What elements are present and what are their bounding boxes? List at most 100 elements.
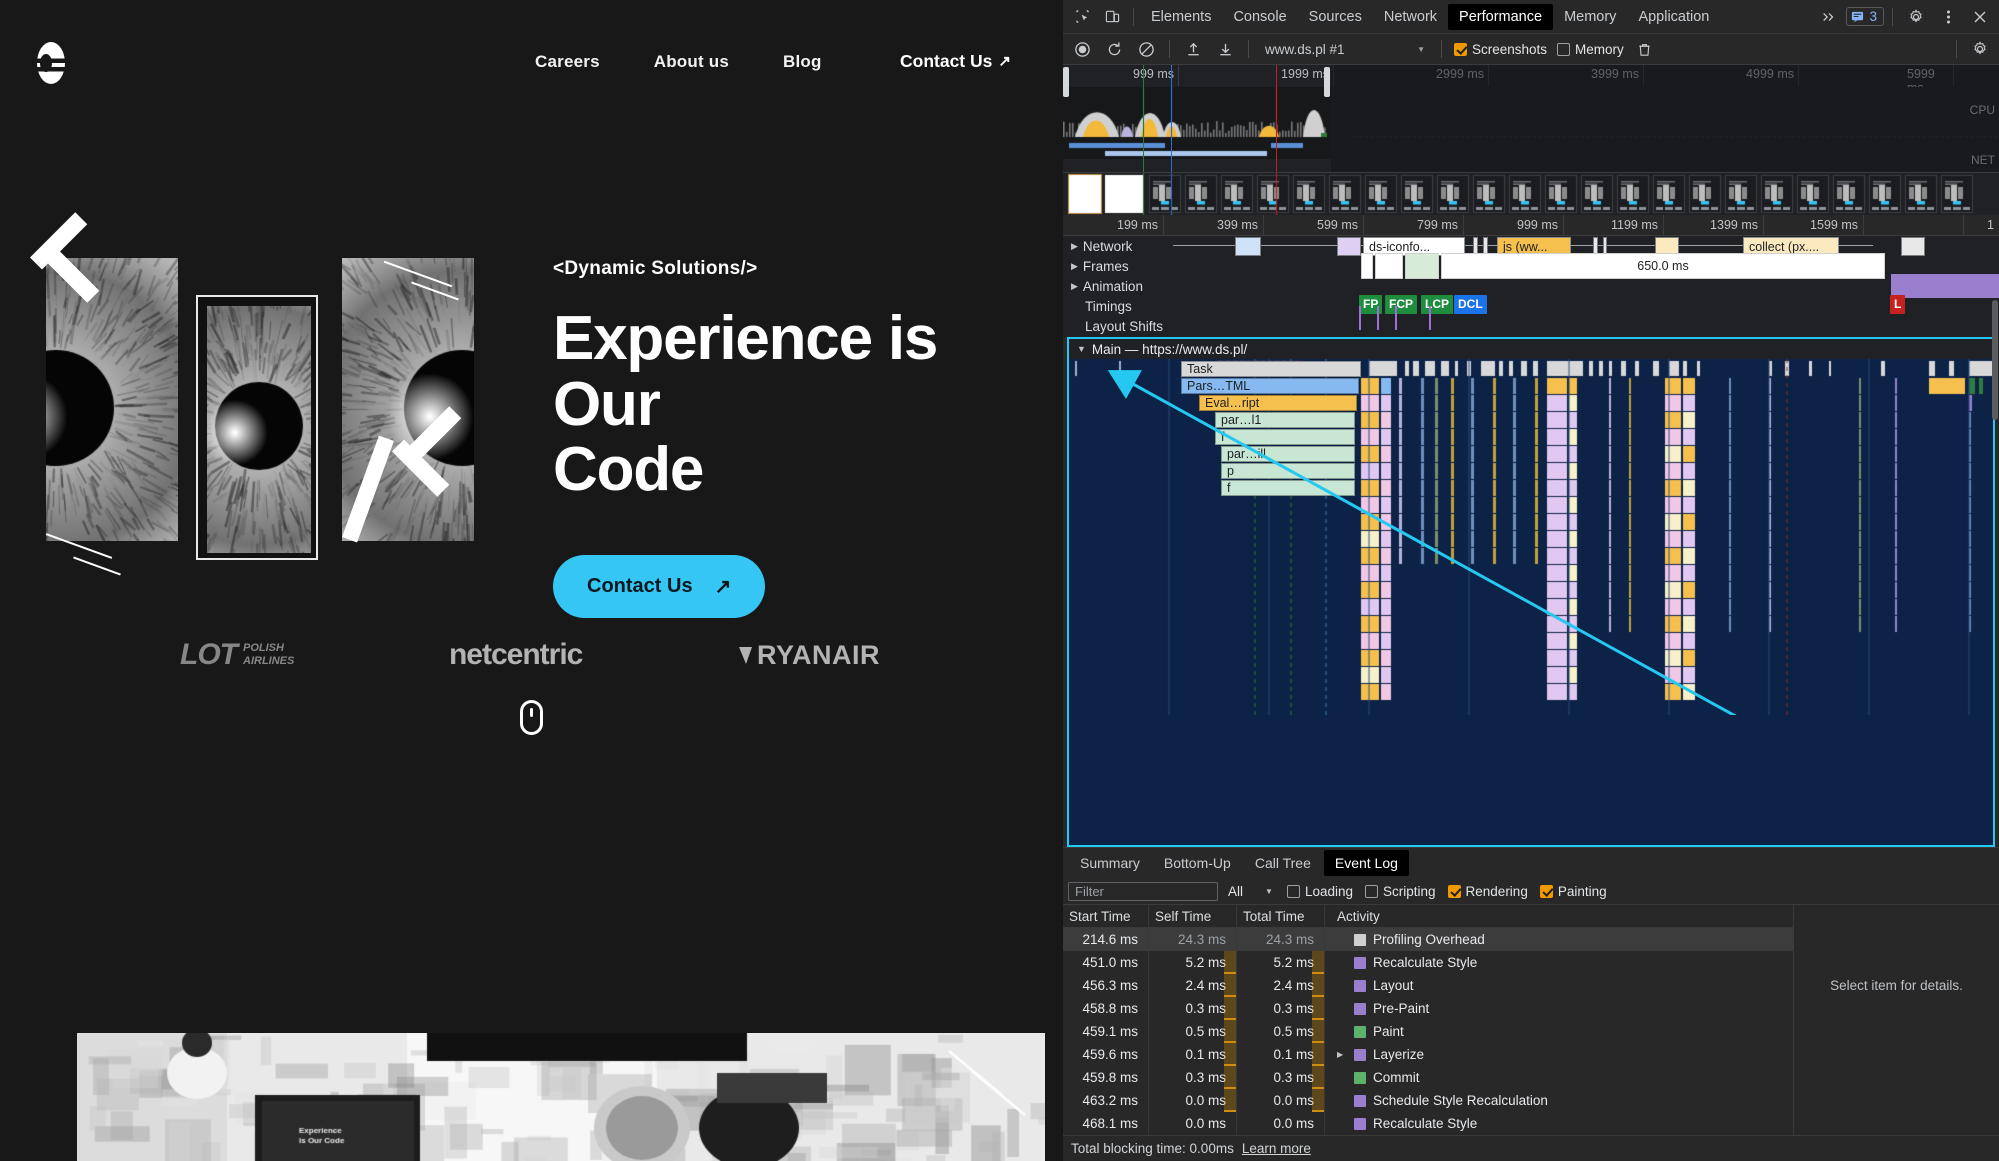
tab-memory[interactable]: Memory <box>1553 4 1627 30</box>
download-profile-icon[interactable] <box>1210 35 1240 63</box>
carousel-slide-active[interactable] <box>196 295 318 560</box>
nav-contact-us-link[interactable]: Contact Us ↗ <box>900 51 1011 72</box>
flame-frame-parse-html[interactable]: Pars…TML <box>1181 378 1359 394</box>
network-request-1[interactable] <box>1337 237 1361 256</box>
drawer-tab-bottom-up[interactable]: Bottom-Up <box>1153 850 1242 876</box>
loading-checkbox[interactable]: Loading <box>1283 884 1357 899</box>
table-row[interactable]: 459.1 ms0.5 ms0.5 msPaint <box>1063 1020 1793 1043</box>
chevron-right-icon[interactable]: ▶ <box>1337 1043 1347 1066</box>
network-request-0[interactable] <box>1235 237 1261 256</box>
timing-marker-lcp[interactable]: LCP <box>1421 295 1453 314</box>
tab-elements[interactable]: Elements <box>1140 4 1222 30</box>
hero-contact-us-button[interactable]: Contact Us ↗ <box>553 555 765 618</box>
scripting-checkbox[interactable]: Scripting <box>1361 884 1440 899</box>
tab-application[interactable]: Application <box>1627 4 1720 30</box>
chevron-down-icon[interactable]: ▼ <box>1077 344 1086 354</box>
inspect-element-icon[interactable] <box>1067 3 1097 31</box>
timing-marker-fcp[interactable]: FCP <box>1385 295 1417 314</box>
trash-icon[interactable] <box>1630 35 1660 63</box>
track-timings[interactable]: Timings FP FCP LCP DCL L <box>1063 296 1999 316</box>
reload-record-icon[interactable] <box>1099 35 1129 63</box>
chevron-double-right-icon[interactable] <box>1814 3 1844 31</box>
chevron-right-icon[interactable]: ▶ <box>1071 281 1078 292</box>
gear-icon[interactable] <box>1901 3 1931 31</box>
chevron-right-icon[interactable]: ▶ <box>1071 261 1078 272</box>
learn-more-link[interactable]: Learn more <box>1242 1141 1311 1156</box>
track-layout-shifts[interactable]: Layout Shifts <box>1063 316 1999 337</box>
flamechart-body[interactable]: Task Pars…TML Eval…ript par…l1 f par…ill… <box>1069 359 1993 847</box>
carousel-slide-prev[interactable] <box>46 258 178 541</box>
self-time-bar <box>1224 1020 1236 1043</box>
overview-window-handle-left[interactable] <box>1063 67 1069 97</box>
column-header-activity[interactable]: Activity <box>1325 905 1793 927</box>
table-row[interactable]: 459.6 ms0.1 ms0.1 ms▶Layerize <box>1063 1043 1793 1066</box>
timeline-overview[interactable]: 999 ms 1999 ms 2999 ms 3999 ms 4999 ms 5… <box>1063 65 1999 173</box>
timing-marker-l[interactable]: L <box>1890 295 1905 314</box>
flame-frame-p[interactable]: p <box>1221 463 1355 479</box>
screenshots-checkbox[interactable]: Screenshots <box>1450 42 1551 57</box>
drawer-tab-summary[interactable]: Summary <box>1069 850 1151 876</box>
clear-icon[interactable] <box>1131 35 1161 63</box>
flame-frame-parse-ill[interactable]: par…ill <box>1221 446 1355 462</box>
table-row[interactable]: 459.8 ms0.3 ms0.3 msCommit <box>1063 1066 1793 1089</box>
column-header-total-time[interactable]: Total Time <box>1237 905 1325 927</box>
layout-shift-marker[interactable] <box>1395 306 1397 330</box>
flame-frame-f-1[interactable]: f <box>1215 429 1355 445</box>
table-row[interactable]: 456.3 ms2.4 ms2.4 msLayout <box>1063 974 1793 997</box>
column-header-start-time[interactable]: Start Time <box>1063 905 1149 927</box>
device-toolbar-icon[interactable] <box>1097 3 1127 31</box>
track-name-animation[interactable]: ▶ Animation <box>1063 279 1173 294</box>
layout-shift-marker[interactable] <box>1377 306 1379 330</box>
nav-link-careers[interactable]: Careers <box>535 52 600 72</box>
flame-frame-eval-script[interactable]: Eval…ript <box>1199 395 1357 411</box>
flamechart-title: Main — https://www.ds.pl/ <box>1092 342 1247 357</box>
layout-shift-marker[interactable] <box>1359 306 1361 330</box>
profile-select[interactable]: www.ds.pl #1 ▼ <box>1257 39 1433 60</box>
hero-image-carousel[interactable] <box>30 245 530 590</box>
track-name-frames[interactable]: ▶ Frames <box>1063 259 1173 274</box>
drawer-tab-call-tree[interactable]: Call Tree <box>1244 850 1322 876</box>
logo-ryanair: RYANAIR <box>737 640 880 671</box>
memory-checkbox[interactable]: Memory <box>1553 42 1628 57</box>
issues-counter-button[interactable]: 3 <box>1846 7 1884 26</box>
layout-shift-marker[interactable] <box>1429 306 1431 330</box>
table-row[interactable]: 458.8 ms0.3 ms0.3 msPre-Paint <box>1063 997 1793 1020</box>
mouse-scroll-icon <box>520 700 543 735</box>
painting-checkbox[interactable]: Painting <box>1536 884 1611 899</box>
hero-copy: <Dynamic Solutions/> Experience is Our C… <box>553 258 1023 618</box>
table-row[interactable]: 214.6 ms24.3 ms24.3 msProfiling Overhead <box>1063 928 1793 951</box>
tab-network[interactable]: Network <box>1373 4 1448 30</box>
flame-frame-f-2[interactable]: f <box>1221 480 1355 496</box>
track-animation[interactable]: ▶ Animation <box>1063 276 1999 296</box>
ds-logo-icon[interactable] <box>28 40 74 86</box>
tab-performance[interactable]: Performance <box>1448 4 1553 30</box>
animation-block[interactable] <box>1891 274 1999 298</box>
network-request-6[interactable] <box>1901 237 1925 256</box>
flamechart-scrollbar[interactable] <box>1991 0 1999 1161</box>
flame-frame-parse-l1[interactable]: par…l1 <box>1215 412 1355 428</box>
timing-marker-dcl[interactable]: DCL <box>1454 295 1487 314</box>
tab-console[interactable]: Console <box>1222 4 1297 30</box>
tab-sources[interactable]: Sources <box>1298 4 1373 30</box>
record-icon[interactable] <box>1067 35 1097 63</box>
chevron-right-icon[interactable]: ▶ <box>1071 241 1078 252</box>
rendering-checkbox[interactable]: Rendering <box>1444 884 1532 899</box>
track-frames[interactable]: ▶ Frames 650.0 ms <box>1063 256 1999 276</box>
overview-window-handle-right[interactable] <box>1324 67 1330 97</box>
nav-link-blog[interactable]: Blog <box>783 52 822 72</box>
flame-frame-task[interactable]: Task <box>1181 361 1361 377</box>
screenshot-filmstrip[interactable] <box>1063 173 1999 215</box>
column-header-self-time[interactable]: Self Time <box>1149 905 1237 927</box>
category-select[interactable]: All ▼ <box>1222 884 1279 899</box>
flamechart-header[interactable]: ▼ Main — https://www.ds.pl/ <box>1069 339 1993 359</box>
table-row[interactable]: 463.2 ms0.0 ms0.0 msSchedule Style Recal… <box>1063 1089 1793 1112</box>
table-row[interactable]: 451.0 ms5.2 ms5.2 msRecalculate Style <box>1063 951 1793 974</box>
filter-input[interactable] <box>1068 882 1218 901</box>
track-name-network[interactable]: ▶ Network <box>1063 239 1173 254</box>
upload-profile-icon[interactable] <box>1178 35 1208 63</box>
nav-link-about-us[interactable]: About us <box>654 52 729 72</box>
kebab-menu-icon[interactable] <box>1933 3 1963 31</box>
main-thread-flamechart[interactable]: ▼ Main — https://www.ds.pl/ Task Pars…TM… <box>1067 337 1995 847</box>
drawer-tab-event-log[interactable]: Event Log <box>1324 850 1409 876</box>
table-row[interactable]: 468.1 ms0.0 ms0.0 msRecalculate Style <box>1063 1112 1793 1135</box>
